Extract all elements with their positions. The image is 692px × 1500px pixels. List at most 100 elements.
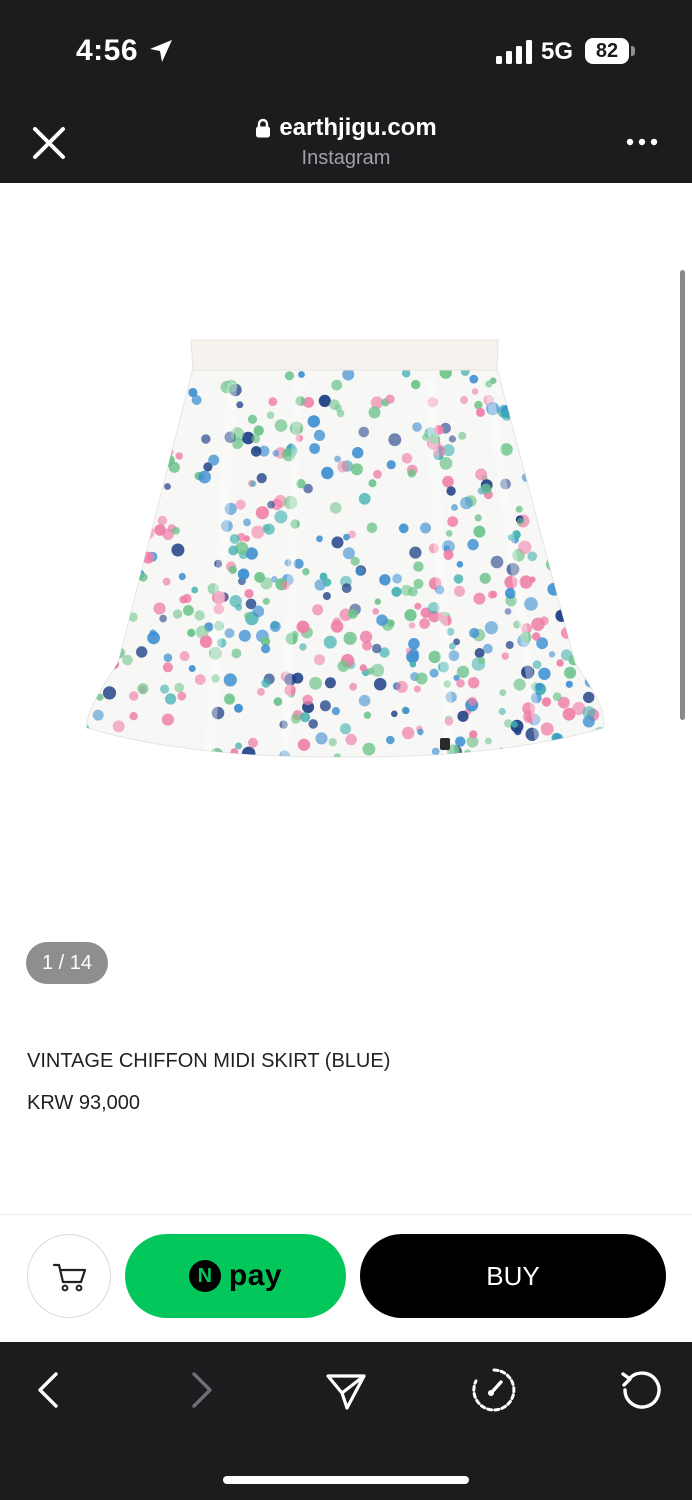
print-dot bbox=[182, 593, 192, 604]
print-dot bbox=[559, 418, 569, 428]
page-url: earthjigu.com bbox=[279, 114, 437, 141]
print-dot bbox=[151, 379, 165, 393]
print-dot bbox=[112, 402, 121, 412]
print-dot bbox=[504, 368, 516, 377]
print-dot bbox=[443, 549, 454, 560]
print-dot bbox=[524, 597, 538, 611]
battery-level: 82 bbox=[585, 38, 629, 64]
print-dot bbox=[290, 713, 301, 724]
print-dot bbox=[431, 747, 440, 756]
print-dot bbox=[235, 742, 243, 750]
print-dot bbox=[252, 605, 265, 618]
print-dot bbox=[262, 597, 270, 605]
more-icon[interactable] bbox=[624, 130, 660, 154]
npay-button[interactable]: N pay bbox=[125, 1234, 346, 1318]
print-dot bbox=[147, 427, 155, 435]
print-dot bbox=[201, 434, 211, 444]
print-dot bbox=[96, 467, 105, 476]
print-dot bbox=[352, 447, 364, 459]
print-dot bbox=[513, 678, 526, 691]
print-dot bbox=[518, 540, 532, 554]
print-dot bbox=[515, 505, 523, 513]
print-dot bbox=[97, 399, 105, 407]
print-dot bbox=[458, 431, 467, 440]
print-dot bbox=[474, 514, 482, 522]
print-dot bbox=[146, 398, 158, 410]
print-dot bbox=[548, 651, 556, 658]
print-dot bbox=[234, 753, 241, 758]
print-dot bbox=[308, 719, 319, 729]
print-dot bbox=[606, 753, 614, 761]
print-dot bbox=[257, 688, 265, 696]
print-dot bbox=[409, 660, 417, 668]
print-dot bbox=[428, 650, 441, 664]
print-dot bbox=[122, 513, 130, 521]
print-dot bbox=[129, 691, 139, 701]
print-dot bbox=[140, 456, 150, 465]
print-dot bbox=[105, 547, 115, 557]
print-dot bbox=[241, 746, 256, 758]
address-area[interactable]: earthjigu.com Instagram bbox=[0, 114, 692, 170]
print-dot bbox=[475, 468, 488, 481]
print-dot bbox=[561, 452, 569, 460]
print-dot bbox=[183, 605, 194, 616]
print-dot bbox=[374, 598, 381, 605]
print-dot bbox=[299, 643, 307, 651]
product-image[interactable] bbox=[0, 183, 692, 943]
print-dot bbox=[261, 678, 271, 688]
print-dot bbox=[175, 452, 183, 460]
print-dot bbox=[584, 445, 595, 456]
print-dot bbox=[131, 456, 143, 468]
print-dot bbox=[168, 461, 180, 473]
print-dot bbox=[583, 691, 595, 704]
print-dot bbox=[584, 508, 593, 516]
print-dot bbox=[100, 420, 108, 428]
print-dot bbox=[86, 600, 91, 612]
print-dot bbox=[490, 555, 504, 569]
print-dot bbox=[96, 432, 109, 444]
print-dot bbox=[162, 577, 171, 586]
print-dot bbox=[456, 665, 470, 679]
print-dot bbox=[411, 379, 421, 390]
print-dot bbox=[468, 677, 480, 689]
scroll-indicator[interactable] bbox=[680, 270, 685, 720]
print-dot bbox=[86, 368, 92, 379]
home-indicator[interactable] bbox=[223, 1476, 469, 1484]
print-dot bbox=[188, 665, 196, 672]
print-dot bbox=[412, 422, 422, 432]
forward-icon[interactable] bbox=[176, 1366, 224, 1414]
print-dot bbox=[525, 443, 537, 456]
print-dot bbox=[273, 697, 283, 706]
print-dot bbox=[417, 728, 424, 736]
print-dot bbox=[527, 423, 541, 437]
print-dot bbox=[572, 587, 583, 598]
print-dot bbox=[477, 656, 486, 665]
print-dot bbox=[422, 433, 429, 441]
network-type: 5G bbox=[541, 38, 574, 65]
print-dot bbox=[101, 397, 110, 405]
print-dot bbox=[541, 697, 552, 707]
print-dot bbox=[567, 564, 575, 572]
print-dot bbox=[208, 454, 220, 466]
print-dot bbox=[489, 377, 497, 384]
print-dot bbox=[108, 658, 120, 670]
print-dot bbox=[503, 749, 515, 758]
print-dot bbox=[96, 558, 106, 568]
compass-icon[interactable] bbox=[470, 1366, 518, 1414]
print-dot bbox=[538, 470, 550, 482]
share-icon[interactable] bbox=[322, 1366, 370, 1414]
print-dot bbox=[530, 749, 544, 758]
reload-icon[interactable] bbox=[618, 1366, 666, 1414]
print-dot bbox=[413, 561, 424, 572]
print-dot bbox=[319, 572, 328, 581]
print-dot bbox=[153, 602, 166, 615]
print-dot bbox=[480, 483, 492, 495]
print-dot bbox=[91, 589, 104, 602]
print-dot bbox=[553, 733, 564, 743]
print-dot bbox=[402, 707, 410, 715]
cart-button[interactable] bbox=[27, 1234, 111, 1318]
print-dot bbox=[99, 455, 110, 466]
print-dot bbox=[86, 739, 95, 752]
back-icon[interactable] bbox=[26, 1366, 74, 1414]
buy-button[interactable]: BUY bbox=[360, 1234, 666, 1318]
